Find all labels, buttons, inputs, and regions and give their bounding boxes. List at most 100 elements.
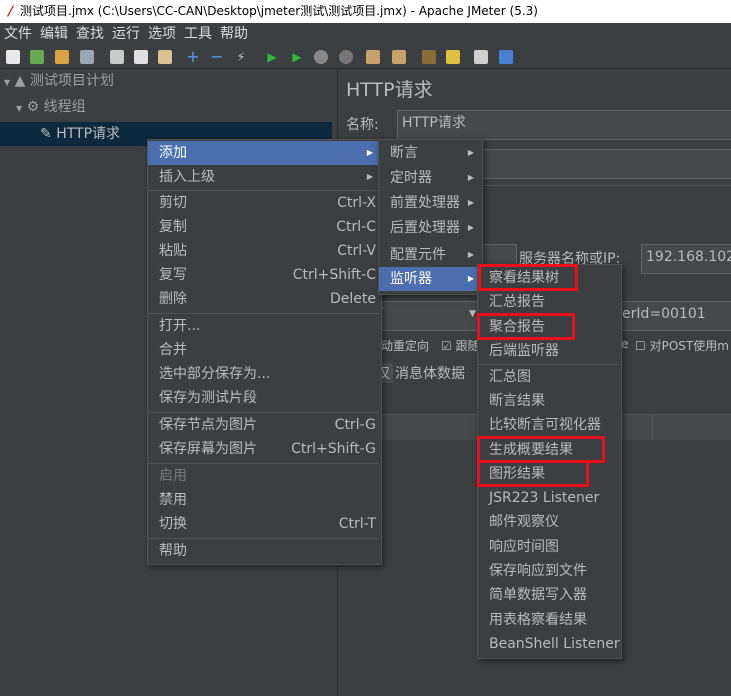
toolbar: + − ⚡ ▶ ▶ (0, 45, 731, 69)
toggle-icon[interactable]: ⚡ (234, 50, 248, 64)
listener-jsr223[interactable]: JSR223 Listener (478, 486, 619, 510)
highlight-box-aggregate-report (477, 313, 575, 340)
listener-assertion-results[interactable]: 断言结果 (478, 389, 619, 413)
submenu-item-assertions[interactable]: 断言 ▶ (379, 141, 480, 165)
window-title: 测试项目.jmx (C:\Users\CC-CAN\Desktop\jmeter… (20, 4, 538, 18)
listener-response-time-graph[interactable]: 响应时间图 (478, 535, 619, 559)
copy-icon[interactable] (134, 50, 148, 64)
cut-icon[interactable] (110, 50, 124, 64)
submenu-item-config-elements[interactable]: 配置元件 ▶ (379, 243, 480, 267)
menu-search[interactable]: 查找 (76, 26, 104, 42)
search-icon[interactable] (422, 50, 436, 64)
menu-item-duplicate[interactable]: 复写 Ctrl+Shift-C (148, 263, 379, 287)
follow-redirect-checkbox[interactable]: ☑ 跟随 (441, 337, 480, 354)
tab-body-data[interactable]: 消息体数据 (395, 363, 465, 383)
server-input[interactable]: 192.168.102 (641, 244, 731, 274)
menu-item-open[interactable]: 打开... (148, 314, 379, 338)
context-menu: 添加 ▶ 插入上级 ▶ 剪切 Ctrl-X 复制 Ctrl-C 粘贴 Ctrl-V 复写 C… (147, 139, 382, 565)
window-title-bar: 测试项目.jmx (C:\Users\CC-CAN\Desktop\jmeter… (0, 0, 731, 23)
menu-item-save-as-fragment[interactable]: 保存为测试片段 (148, 386, 379, 410)
save-icon[interactable] (80, 50, 94, 64)
shutdown-icon[interactable] (339, 50, 353, 64)
menu-item-save-screen-image[interactable]: 保存屏幕为图片 Ctrl+Shift-G (148, 437, 379, 461)
menu-item-help[interactable]: 帮助 (148, 539, 379, 563)
submenu-item-timers[interactable]: 定时器 ▶ (379, 166, 480, 190)
expand-arrow-icon: ▼ (4, 78, 11, 87)
listener-backend-listener[interactable]: 后端监听器 (478, 339, 619, 363)
tree-item-label: 线程组 (43, 99, 86, 115)
open-icon[interactable] (55, 50, 69, 64)
add-submenu: 断言 ▶ 定时器 ▶ 前置处理器 ▶ 后置处理器 ▶ 配置元件 ▶ 监听器 ▶ (378, 139, 483, 295)
menu-item-save-selection-as[interactable]: 选中部分保存为... (148, 362, 379, 386)
help-icon[interactable] (499, 50, 513, 64)
auto-redirect-label: 动重定向 (381, 339, 430, 353)
submenu-arrow-icon: ▶ (467, 198, 474, 207)
listener-summary-report[interactable]: 汇总报告 (478, 290, 619, 314)
highlight-box-graph-results (477, 460, 589, 487)
collapse-icon[interactable]: − (210, 49, 224, 65)
function-helper-icon[interactable] (474, 50, 488, 64)
chevron-down-icon: ▼ (469, 309, 476, 319)
panel-title: HTTP请求 (346, 79, 433, 101)
submenu-arrow-icon: ▶ (467, 274, 474, 283)
menu-item-merge[interactable]: 合并 (148, 338, 379, 362)
listener-beanshell[interactable]: BeanShell Listener (478, 632, 620, 656)
menu-item-enable: 启用 (159, 468, 187, 484)
name-input[interactable]: HTTP请求 (397, 110, 731, 140)
highlight-box-view-results-tree (478, 264, 578, 291)
menu-item-add[interactable]: 添加 ▶ (148, 141, 379, 165)
listener-view-results-in-table[interactable]: 用表格察看结果 (478, 608, 619, 632)
menu-run[interactable]: 运行 (112, 26, 140, 42)
menu-tools[interactable]: 工具 (184, 26, 212, 42)
menu-help[interactable]: 帮助 (220, 26, 248, 42)
listener-save-responses-to-file[interactable]: 保存响应到文件 (478, 559, 619, 583)
menubar: 文件 编辑 查找 运行 选项 工具 帮助 (0, 23, 731, 45)
method-select[interactable]: T▼ (369, 301, 483, 331)
pencil-icon: ✎ (40, 126, 52, 142)
listener-simple-data-writer[interactable]: 简单数据写入器 (478, 583, 619, 607)
tree-item-thread-group[interactable]: ▼ ⚙ 线程组 (16, 95, 86, 119)
tree-item-test-plan[interactable]: ▼ ▲ 测试项目计划 (4, 69, 114, 93)
menu-item-toggle[interactable]: 切换 Ctrl-T (148, 512, 379, 536)
submenu-arrow-icon: ▶ (467, 148, 474, 157)
menu-item-disable[interactable]: 禁用 (148, 488, 379, 512)
paste-icon[interactable] (158, 50, 172, 64)
submenu-arrow-icon: ▶ (467, 223, 474, 232)
start-no-pause-icon[interactable]: ▶ (290, 50, 304, 64)
post-multipart-checkbox[interactable]: ☐ 对POST使用m (635, 337, 729, 354)
menu-edit[interactable]: 编辑 (40, 26, 68, 42)
expand-arrow-icon: ▼ (16, 104, 23, 113)
reset-search-icon[interactable] (446, 50, 460, 64)
jmeter-feather-icon (7, 5, 14, 17)
name-label: 名称: (346, 117, 379, 133)
menu-options[interactable]: 选项 (148, 26, 176, 42)
expand-icon[interactable]: + (186, 49, 200, 65)
menu-item-save-node-image[interactable]: 保存节点为图片 Ctrl-G (148, 413, 379, 437)
menu-item-paste[interactable]: 粘贴 Ctrl-V (148, 239, 379, 263)
menu-file[interactable]: 文件 (4, 26, 32, 42)
listener-comparison-assertion-visualizer[interactable]: 比较断言可视化器 (478, 413, 619, 437)
clear-icon[interactable] (366, 50, 380, 64)
submenu-item-preprocessors[interactable]: 前置处理器 ▶ (379, 191, 480, 215)
gear-icon: ⚙ (26, 99, 40, 115)
submenu-item-listeners[interactable]: 监听器 ▶ (379, 267, 480, 291)
tree-item-label: HTTP请求 (56, 126, 121, 142)
new-icon[interactable] (6, 50, 20, 64)
submenu-arrow-icon: ▶ (467, 173, 474, 182)
listener-mailer-visualizer[interactable]: 邮件观察仪 (478, 510, 619, 534)
submenu-arrow-icon: ▶ (467, 250, 474, 259)
menu-item-insert-parent[interactable]: 插入上级 ▶ (148, 165, 379, 189)
menu-item-copy[interactable]: 复制 Ctrl-C (148, 215, 379, 239)
tree-item-label: 测试项目计划 (29, 73, 114, 89)
submenu-arrow-icon: ▶ (366, 148, 373, 157)
menu-item-cut[interactable]: 剪切 Ctrl-X (148, 191, 379, 215)
templates-icon[interactable] (30, 50, 44, 64)
submenu-item-postprocessors[interactable]: 后置处理器 ▶ (379, 216, 480, 240)
highlight-box-generate-summary (477, 436, 605, 463)
path-input[interactable]: erId=00101 (617, 301, 731, 331)
start-icon[interactable]: ▶ (265, 50, 279, 64)
listener-aggregate-graph[interactable]: 汇总图 (478, 365, 619, 389)
stop-icon[interactable] (314, 50, 328, 64)
menu-item-delete[interactable]: 删除 Delete (148, 287, 379, 311)
clear-all-icon[interactable] (392, 50, 406, 64)
